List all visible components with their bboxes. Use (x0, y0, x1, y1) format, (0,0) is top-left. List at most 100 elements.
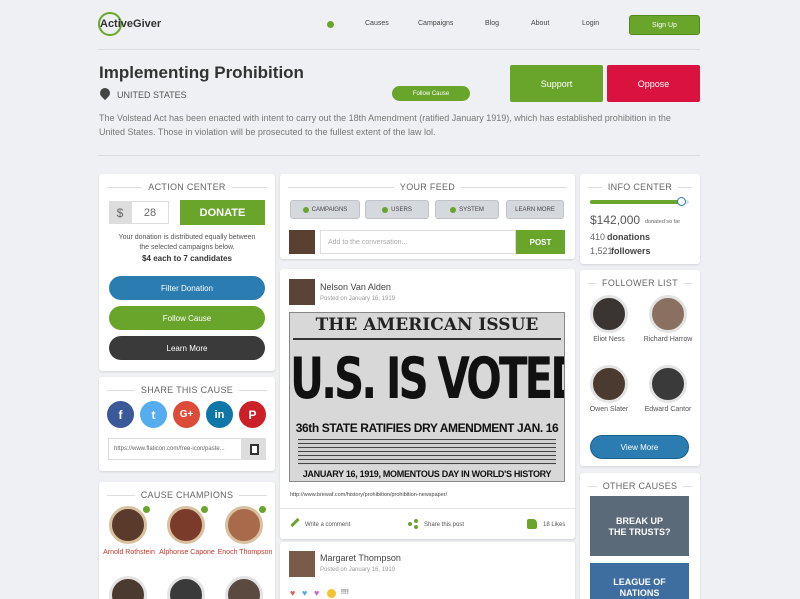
champion-name[interactable]: Enoch Thompson (215, 548, 275, 558)
follower-name[interactable]: Richard Harrow (638, 335, 698, 345)
check-icon (302, 206, 309, 213)
action-center-title: ACTION CENTER (99, 182, 275, 192)
share-title: SHARE THIS CAUSE (99, 385, 275, 395)
post-author[interactable]: Margaret Thompson (320, 553, 401, 563)
amount-note: donated so far (645, 219, 681, 225)
thumbs-up-icon[interactable] (527, 519, 537, 529)
support-button[interactable]: Support (510, 65, 603, 102)
feed-input[interactable]: Add to the conversation... (320, 230, 516, 254)
heart-emoji-icon: ♥ (314, 588, 320, 598)
donation-amount-input[interactable]: 28 (131, 201, 169, 224)
signup-button[interactable]: Sign Up (629, 15, 700, 35)
post-button[interactable]: POST (516, 230, 565, 254)
check-badge-icon (143, 506, 150, 513)
tab-campaigns[interactable]: CAMPAIGNS (290, 200, 360, 219)
share-icon (408, 519, 418, 529)
progress-track (590, 200, 689, 204)
follower-name[interactable]: Edward Cantor (638, 405, 698, 415)
nav-login[interactable]: Login (582, 20, 599, 27)
newspaper-headline: U.S. IS VOTED DRY (290, 345, 564, 412)
donate-button[interactable]: DONATE (180, 200, 265, 225)
heart-emoji-icon: ♥ (302, 588, 308, 598)
filter-donation-button[interactable]: Filter Donation (109, 276, 265, 300)
check-badge-icon (259, 506, 266, 513)
donations-label: donations (607, 232, 650, 242)
avatar[interactable] (590, 365, 628, 403)
follower-name[interactable]: Eliot Ness (579, 335, 639, 345)
follow-cause-button[interactable]: Follow Cause (392, 86, 470, 101)
page-title: Implementing Prohibition (99, 63, 304, 82)
check-icon (382, 206, 389, 213)
other-cause-tile[interactable]: BREAK UP THE TRUSTS? (590, 496, 689, 556)
nav-campaigns[interactable]: Campaigns (418, 20, 453, 27)
follower-name[interactable]: Owen Slater (579, 405, 639, 415)
followers-label: followers (611, 246, 651, 256)
avatar[interactable] (649, 365, 687, 403)
follow-cause-side-button[interactable]: Follow Cause (109, 306, 265, 330)
location-label: UNITED STATES (117, 90, 187, 100)
action-center-card: ACTION CENTER $ 28 DONATE Your donation … (99, 174, 275, 371)
check-badge-icon (201, 506, 208, 513)
twitter-icon[interactable]: t (140, 401, 167, 428)
avatar[interactable] (590, 295, 628, 333)
tab-users[interactable]: USERS (365, 200, 429, 219)
nav-causes[interactable]: Causes (365, 20, 389, 27)
pinterest-icon[interactable]: P (239, 401, 266, 428)
newspaper-image[interactable]: THE AMERICAN ISSUE U.S. IS VOTED DRY 36t… (289, 312, 565, 482)
followers-count: 1,521 (590, 246, 613, 256)
progress-knob (677, 197, 687, 206)
other-causes-title: OTHER CAUSES (580, 481, 700, 491)
donation-split: $4 each to 7 candidates (142, 254, 232, 263)
divider (98, 49, 700, 50)
info-center-title: INFO CENTER (580, 182, 700, 192)
newspaper-subhead: 36th STATE RATIFIES DRY AMENDMENT JAN. 1… (295, 421, 559, 435)
avatar[interactable] (289, 551, 315, 577)
view-more-button[interactable]: View More (590, 435, 689, 459)
facebook-icon[interactable]: f (107, 401, 134, 428)
post-divider (280, 508, 575, 509)
follower-list-title: FOLLOWER LIST (580, 278, 700, 288)
smile-emoji-icon (327, 589, 336, 598)
cause-description: The Volstead Act has been enacted with i… (99, 113, 671, 137)
post-text: !!!! (341, 589, 349, 596)
nav-green-dot-icon (327, 21, 334, 28)
share-post-link[interactable]: Share this post (424, 522, 464, 528)
avatar[interactable] (167, 506, 205, 544)
newspaper-masthead: THE AMERICAN ISSUE (315, 315, 539, 335)
progress-fill (590, 200, 682, 204)
avatar[interactable] (289, 279, 315, 305)
currency-label: $ (109, 201, 131, 224)
other-cause-tile[interactable]: LEAGUE OF NATIONS (590, 563, 689, 599)
write-comment-link[interactable]: Write a comment (305, 522, 350, 528)
champion-name[interactable]: Arnold Rothstein (99, 548, 159, 558)
logo-text: ActiveGiver (100, 18, 162, 30)
likes-count: 18 Likes (543, 522, 566, 528)
google-plus-icon[interactable]: G+ (173, 401, 200, 428)
tab-system[interactable]: SYSTEM (435, 200, 499, 219)
avatar[interactable] (109, 506, 147, 544)
avatar[interactable] (649, 295, 687, 333)
avatar (289, 230, 315, 254)
nav-blog[interactable]: Blog (485, 20, 499, 27)
linkedin-icon[interactable]: in (206, 401, 233, 428)
tab-learn-more[interactable]: LEARN MORE (506, 200, 564, 219)
learn-more-button[interactable]: Learn More (109, 336, 265, 360)
feed-title: YOUR FEED (280, 182, 575, 192)
newspaper-body (298, 439, 556, 465)
oppose-button[interactable]: Oppose (607, 65, 700, 102)
amount-raised: $142,000 (590, 213, 641, 227)
donations-count: 410 (590, 232, 606, 242)
copy-icon[interactable] (242, 438, 266, 460)
divider (98, 155, 700, 156)
logo[interactable]: ActiveGiver (98, 12, 168, 38)
post-link[interactable]: http://www.brewaf.com/history/prohibitio… (290, 492, 447, 498)
share-url-input[interactable]: https://www.flaticon.com/free-icon/paste… (108, 438, 242, 460)
check-icon (450, 206, 457, 213)
newspaper-footer: JANUARY 16, 1919, MOMENTOUS DAY IN WORLD… (302, 469, 552, 479)
post-date: Posted on January 16, 1919 (320, 567, 396, 573)
newspaper-rule (293, 338, 561, 340)
nav-about[interactable]: About (531, 20, 549, 27)
avatar[interactable] (225, 506, 263, 544)
post-author[interactable]: Nelson Van Alden (320, 282, 391, 292)
champion-name[interactable]: Alphonse Capone (157, 548, 217, 558)
